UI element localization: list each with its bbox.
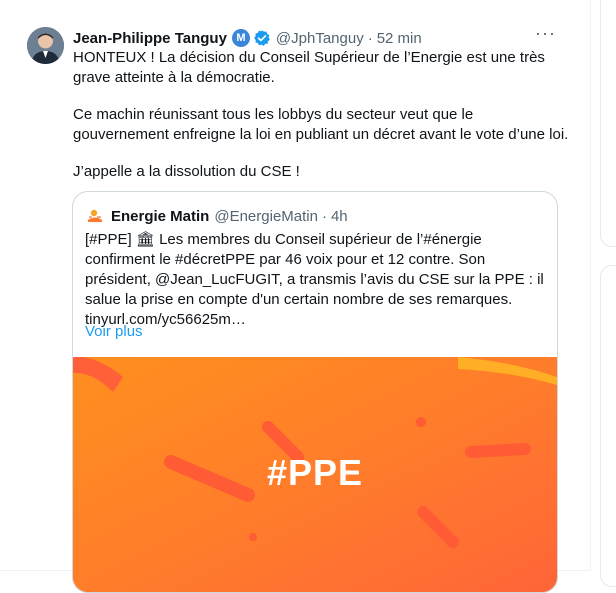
quoted-tweet-header: Energie Matin @EnergieMatin · 4h xyxy=(85,206,348,226)
more-options-icon[interactable]: ··· xyxy=(535,24,555,46)
tweet-paragraph-3: J’appelle a la dissolution du CSE ! xyxy=(73,163,300,180)
author-handle[interactable]: @JphTanguy xyxy=(276,30,364,47)
quoted-header-separator: · xyxy=(321,207,327,225)
tweet-timestamp[interactable]: 52 min xyxy=(377,30,422,47)
quoted-author-handle: @EnergieMatin xyxy=(214,207,318,225)
quoted-tweet-text: [#PPE] 🏛 Les membres du Conseil supérieu… xyxy=(85,230,547,330)
sidebar-card-edge-2 xyxy=(600,265,616,587)
quoted-text-body: [#PPE] 🏛 Les membres du Conseil supérieu… xyxy=(85,231,544,308)
right-sidebar-edge xyxy=(600,0,616,587)
sidebar-card-edge xyxy=(600,0,616,247)
media-hashtag-title: #PPE xyxy=(266,452,364,493)
quoted-author-name: Energie Matin xyxy=(111,207,210,225)
tweet-paragraph-2: Ce machin réunissant tous les lobbys du … xyxy=(73,106,569,143)
avatar-photo xyxy=(27,27,64,64)
tweet-paragraph-1: HONTEUX ! La décision du Conseil Supérie… xyxy=(73,49,545,86)
energie-matin-logo-icon[interactable] xyxy=(85,206,105,226)
quoted-timestamp: 4h xyxy=(330,207,348,225)
verified-badge-icon[interactable] xyxy=(253,29,271,47)
header-separator: · xyxy=(367,29,373,47)
quoted-tweet[interactable]: Energie Matin @EnergieMatin · 4h [#PPE] … xyxy=(72,191,558,593)
see-more-link[interactable]: Voir plus xyxy=(85,323,143,340)
tweet-card[interactable]: Jean-Philippe Tanguy M @JphTanguy · 52 m… xyxy=(0,0,591,593)
affiliation-badge-icon[interactable]: M xyxy=(231,29,250,47)
author-avatar[interactable] xyxy=(27,27,64,64)
quoted-media-image[interactable]: #PPE xyxy=(73,357,557,592)
author-name[interactable]: Jean-Philippe Tanguy xyxy=(73,30,227,47)
tweet-header: Jean-Philippe Tanguy M @JphTanguy · 52 m… xyxy=(73,27,422,49)
